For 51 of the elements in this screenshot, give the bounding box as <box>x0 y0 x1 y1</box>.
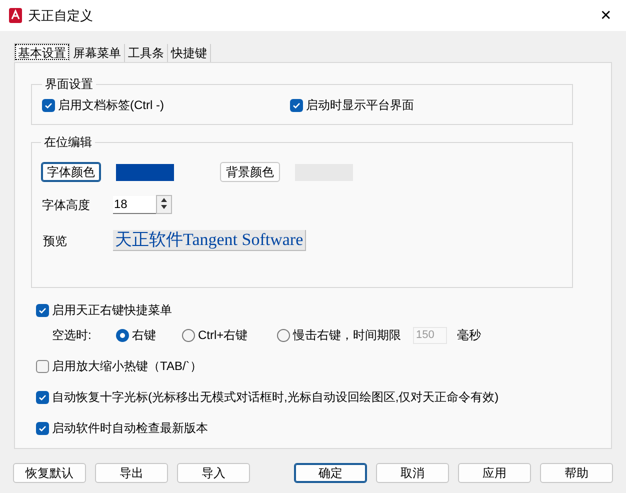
checkbox-label: 自动恢复十字光标(光标移出无模式对话框时,光标自动设回绘图区,仅对天正命令有效) <box>52 389 499 406</box>
down-arrow-icon <box>161 205 167 209</box>
number-field[interactable]: 18 <box>113 196 156 214</box>
radio-button[interactable] <box>116 328 129 342</box>
checkbox[interactable] <box>42 98 55 112</box>
checkbox[interactable] <box>36 360 49 372</box>
checkbox-label: 启动软件时自动检查最新版本 <box>52 420 208 437</box>
window-title: 天正自定义 <box>28 6 93 25</box>
checkbox-label: 启用天正右键快捷菜单 <box>52 302 172 319</box>
checkmark-icon <box>44 100 53 110</box>
checkbox-label: 启用放大缩小热键（TAB/`） <box>52 358 202 375</box>
field-label: 空选时: <box>52 327 92 344</box>
radio-button[interactable] <box>277 328 290 342</box>
tab[interactable]: 屏幕菜单 <box>70 44 125 62</box>
checkmark-icon <box>292 100 301 110</box>
preview-text: 天正软件Tangent Software <box>113 230 306 251</box>
dialog-button[interactable]: 字体颜色 <box>41 162 101 182</box>
checkbox[interactable] <box>36 390 49 404</box>
tab[interactable]: 快捷键 <box>168 44 211 62</box>
field-label: 字体高度 <box>42 196 91 214</box>
radio-label: 右键 <box>132 327 156 344</box>
radio-label: Ctrl+右键 <box>198 327 248 344</box>
up-arrow-icon <box>161 198 167 202</box>
dialog-button[interactable]: 恢复默认 <box>13 463 86 483</box>
spin-buttons[interactable] <box>156 195 172 214</box>
app-logo-icon <box>9 8 22 23</box>
dialog-button[interactable]: 确定 <box>294 463 367 483</box>
dialog-button[interactable]: 帮助 <box>540 463 613 483</box>
dialog-button[interactable]: 导入 <box>177 463 250 483</box>
unit-label: 毫秒 <box>457 327 481 344</box>
tab[interactable]: 基本设置 <box>14 43 70 61</box>
dialog-button[interactable]: 应用 <box>458 463 531 483</box>
dialog-button[interactable]: 导出 <box>95 463 168 483</box>
close-button[interactable]: ✕ <box>600 5 612 26</box>
checkmark-icon <box>38 306 47 314</box>
color-swatch[interactable] <box>116 164 174 180</box>
checkmark-icon <box>38 392 47 402</box>
radio-button[interactable] <box>182 328 195 342</box>
radio-label: 慢击右键，时间期限 <box>293 327 401 344</box>
group-title: 在位编辑 <box>43 134 93 151</box>
dialog-button[interactable]: 取消 <box>376 463 449 483</box>
checkbox-label: 启动时显示平台界面 <box>306 97 414 114</box>
checkbox[interactable] <box>36 304 49 316</box>
dialog-button[interactable]: 背景颜色 <box>220 162 280 182</box>
group-title: 界面设置 <box>44 76 94 93</box>
tab[interactable]: 工具条 <box>125 44 168 62</box>
field-label: 预览 <box>43 232 68 250</box>
checkbox[interactable] <box>36 422 49 434</box>
checkbox-label: 启用文档标签(Ctrl -) <box>58 97 164 114</box>
checkmark-icon <box>38 424 47 432</box>
checkbox[interactable] <box>290 98 303 112</box>
